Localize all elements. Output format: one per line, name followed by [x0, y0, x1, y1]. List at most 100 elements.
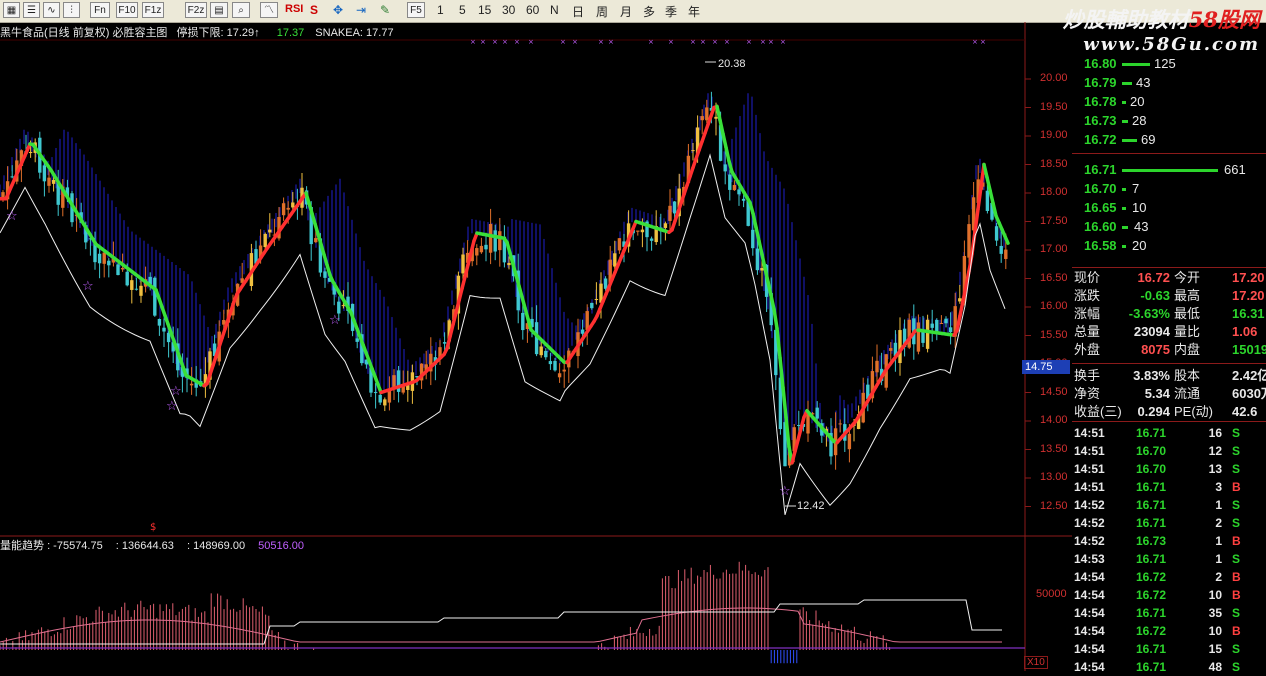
tick-time: 14:51: [1074, 478, 1105, 496]
candle-body: [356, 338, 359, 341]
tick-side: S: [1232, 604, 1240, 622]
tick-time: 14:51: [1074, 424, 1105, 442]
candle-body: [668, 206, 671, 221]
move-icon[interactable]: ✥: [333, 3, 343, 17]
period-15[interactable]: 15: [478, 3, 491, 17]
period-n[interactable]: N: [550, 3, 559, 17]
y-axis-tick: 12.50: [1040, 500, 1068, 512]
candle-body: [11, 176, 14, 177]
tick-row: 14:5416.7135S: [1072, 604, 1266, 622]
trend-icon[interactable]: 〽: [260, 2, 278, 18]
list-icon[interactable]: ☰: [23, 2, 40, 18]
ask-volume-bar: [1122, 82, 1132, 85]
quote-value: 15019: [1232, 341, 1266, 359]
period-30[interactable]: 30: [502, 3, 515, 17]
tick-volume: 1: [1215, 550, 1222, 568]
candle-body: [737, 189, 740, 194]
tick-price: 16.71: [1136, 514, 1166, 532]
range-year[interactable]: 年: [688, 3, 700, 20]
candle-body: [314, 238, 317, 242]
range-week[interactable]: 周: [596, 3, 608, 20]
signal-tick-mark: ×: [470, 38, 476, 46]
tick-side: S: [1232, 550, 1240, 568]
signal-tick-mark: ×: [712, 38, 718, 46]
f10-button[interactable]: F10: [116, 2, 138, 18]
kline-icon[interactable]: ⫶: [63, 2, 80, 18]
range-multi[interactable]: 多: [643, 3, 655, 20]
candle-body: [190, 384, 193, 386]
f2z-button[interactable]: F2z: [185, 2, 207, 18]
tick-time: 14:51: [1074, 460, 1105, 478]
tick-time: 14:52: [1074, 514, 1105, 532]
tick-time: 14:52: [1074, 532, 1105, 550]
fn-button[interactable]: Fn: [90, 2, 110, 18]
bid-volume-bar: [1122, 245, 1126, 248]
candle-body: [760, 268, 763, 271]
candle-body: [889, 348, 892, 351]
tick-price: 16.71: [1136, 550, 1166, 568]
signal-tick-mark: ×: [514, 38, 520, 46]
y-axis-tick: 19.50: [1040, 101, 1068, 113]
ask-row[interactable]: 16.7328: [1076, 112, 1266, 130]
y-axis-tick: 17.00: [1040, 243, 1068, 255]
candle-body: [29, 152, 32, 153]
y-axis-tick: 20.00: [1040, 72, 1068, 84]
draw-icon[interactable]: ✎: [380, 3, 390, 17]
ask-row[interactable]: 16.7269: [1076, 131, 1266, 149]
f5-button[interactable]: F5: [407, 2, 425, 18]
bid-row[interactable]: 16.5820: [1076, 237, 1266, 255]
candle-body: [806, 413, 809, 433]
tick-volume: 12: [1209, 442, 1222, 460]
ask-volume: 20: [1130, 93, 1144, 111]
s-button[interactable]: S: [310, 3, 318, 17]
candle-body: [494, 230, 497, 251]
ask-volume: 43: [1136, 74, 1150, 92]
bid-row[interactable]: 16.71661: [1076, 161, 1266, 179]
snake-line-segment: [462, 277, 465, 289]
export-icon[interactable]: ⇥: [356, 3, 366, 17]
ask-row[interactable]: 16.7820: [1076, 93, 1266, 111]
ticks-divider: [1072, 421, 1266, 422]
f1z-button[interactable]: F1z: [142, 2, 164, 18]
rsi-button[interactable]: RSI: [285, 3, 303, 15]
candle-body: [949, 327, 952, 332]
quote-key: 最高: [1174, 287, 1200, 305]
range-season[interactable]: 季: [665, 3, 677, 20]
zoom-icon[interactable]: ⌕: [232, 2, 250, 18]
quote-row: 涨跌-0.63最高17.20: [1072, 287, 1266, 305]
tick-side: B: [1232, 532, 1241, 550]
candle-body: [158, 319, 161, 326]
bid-row[interactable]: 16.707: [1076, 180, 1266, 198]
period-5[interactable]: 5: [459, 3, 466, 17]
quote-value: 16.31: [1232, 305, 1265, 323]
ask-row[interactable]: 16.80125: [1076, 55, 1266, 73]
period-1[interactable]: 1: [437, 3, 444, 17]
signal-tick-mark: ×: [780, 38, 786, 46]
period-60[interactable]: 60: [526, 3, 539, 17]
signal-tick-mark: ×: [528, 38, 534, 46]
candle-body: [636, 231, 639, 232]
signal-star-icon: ☆: [329, 313, 341, 328]
candle-body: [383, 399, 386, 405]
bid-row[interactable]: 16.6043: [1076, 218, 1266, 236]
signal-tick-mark: ×: [768, 38, 774, 46]
y-axis-tick: 18.50: [1040, 158, 1068, 170]
range-month[interactable]: 月: [620, 3, 632, 20]
snake-line-segment: [723, 134, 726, 148]
quote-value: 1.06: [1232, 323, 1257, 341]
candle-body: [461, 254, 464, 273]
signal-tick-mark: ×: [572, 38, 578, 46]
candle-body: [342, 305, 345, 306]
ask-row[interactable]: 16.7943: [1076, 74, 1266, 92]
range-day[interactable]: 日: [572, 3, 584, 20]
grid-icon[interactable]: ▦: [3, 2, 20, 18]
line-chart-icon[interactable]: ∿: [43, 2, 60, 18]
volume-value-3: : 148969.00: [187, 540, 245, 552]
candle-body: [121, 268, 124, 269]
tick-side: S: [1232, 442, 1240, 460]
price-chart[interactable]: ☆☆☆☆☆☆××××××××××××××××××××××$: [0, 22, 1072, 671]
tick-time: 14:54: [1074, 586, 1105, 604]
bid-row[interactable]: 16.6510: [1076, 199, 1266, 217]
calc-icon[interactable]: ▤: [210, 2, 228, 18]
signal-tick-mark: ×: [560, 38, 566, 46]
